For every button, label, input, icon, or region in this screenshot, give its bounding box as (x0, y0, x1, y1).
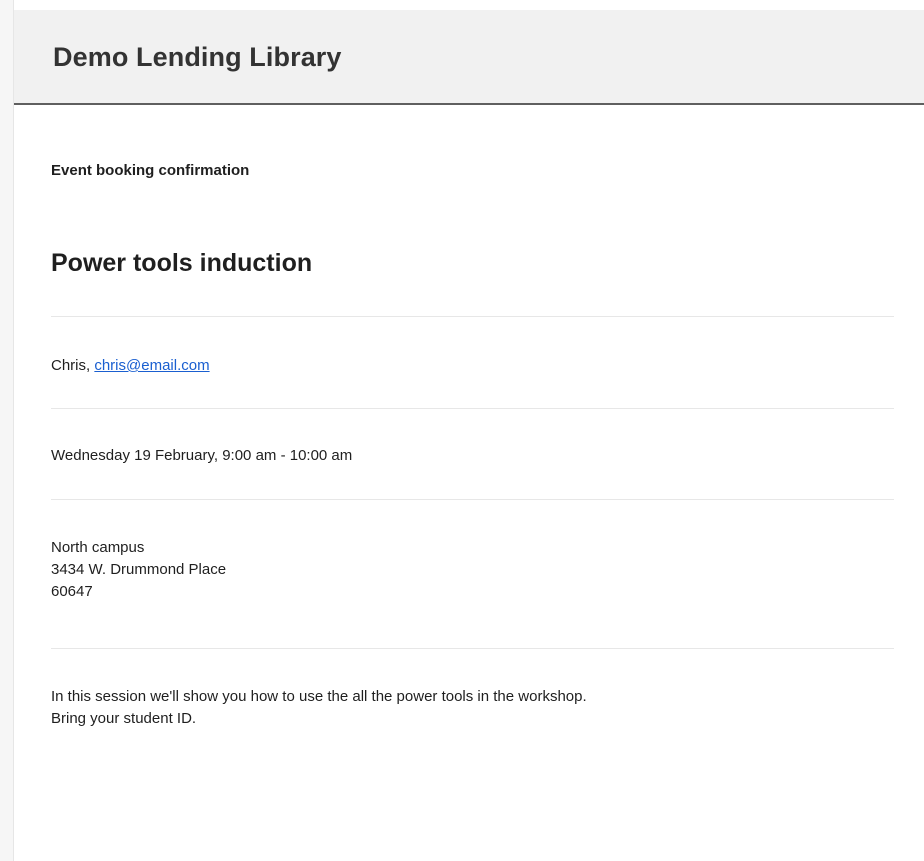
confirmation-kicker: Event booking confirmation (51, 162, 250, 179)
location-street: 3434 W. Drummond Place (51, 561, 227, 578)
event-datetime: Wednesday 19 February, 9:00 am - 10:00 a… (51, 447, 353, 464)
section-divider (51, 316, 894, 317)
left-edge-strip (0, 0, 14, 861)
library-title: Demo Lending Library (53, 42, 342, 72)
attendee-email-link[interactable]: chris@email.com (94, 357, 209, 374)
attendee-line: Chris, chris@email.com (51, 355, 210, 377)
library-header: Demo Lending Library (14, 10, 924, 105)
section-divider (51, 499, 894, 500)
booking-confirmation-page: Demo Lending Library Event booking confi… (0, 0, 924, 861)
event-title: Power tools induction (51, 249, 313, 277)
event-notes: In this session we'll show you how to us… (51, 686, 587, 730)
notes-line-2: Bring your student ID. (51, 710, 197, 727)
location-postcode: 60647 (51, 583, 93, 600)
attendee-name: Chris, (51, 357, 91, 374)
notes-line-1: In this session we'll show you how to us… (51, 688, 587, 705)
event-location: North campus 3434 W. Drummond Place 6064… (51, 537, 226, 603)
section-divider (51, 648, 894, 649)
section-divider (51, 408, 894, 409)
location-name: North campus (51, 539, 145, 556)
